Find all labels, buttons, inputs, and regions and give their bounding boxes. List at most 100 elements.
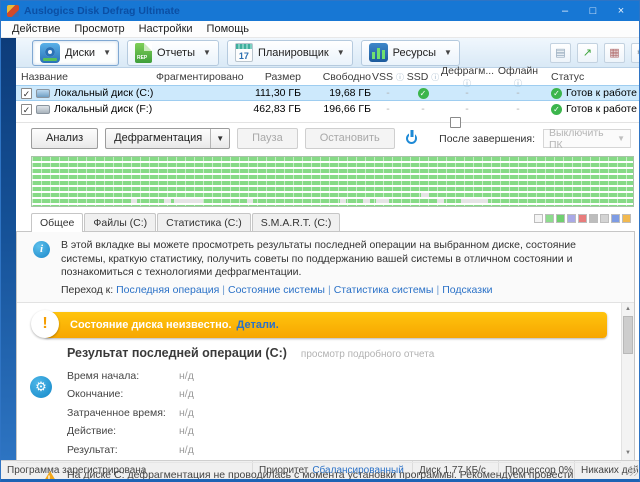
link-tips[interactable]: Подсказки bbox=[442, 284, 492, 296]
resources-label: Ресурсы bbox=[393, 47, 436, 59]
drive-status: ✓ Готов к работе bbox=[543, 87, 639, 99]
drive-free: 19,68 ГБ bbox=[301, 87, 371, 99]
options-button[interactable]: ⚙ bbox=[631, 43, 640, 63]
legend-swatch bbox=[534, 214, 543, 223]
report-icon: REP bbox=[135, 43, 152, 63]
scroll-down-icon[interactable]: ▼ bbox=[622, 447, 634, 460]
free-space-block bbox=[247, 199, 253, 203]
link-system-statistics[interactable]: Статистика системы bbox=[334, 284, 434, 296]
menu-view[interactable]: Просмотр bbox=[67, 21, 131, 37]
disks-button[interactable]: Диски ▼ bbox=[32, 40, 119, 66]
column-free[interactable]: Свободно bbox=[301, 71, 371, 83]
resize-grip[interactable] bbox=[628, 466, 638, 476]
recommendation-note: ! На диске C: дефрагментация не проводил… bbox=[17, 462, 621, 482]
column-vss[interactable]: VSS ⓘ bbox=[371, 71, 405, 83]
drive-defrag: - bbox=[441, 87, 493, 99]
performance-button[interactable]: ↗ bbox=[577, 43, 598, 63]
drive-size: 462,83 ГБ bbox=[246, 103, 301, 115]
drive-checkbox[interactable]: ✓ bbox=[21, 88, 32, 99]
scheduler-label: Планировщик bbox=[258, 47, 329, 59]
analyze-button[interactable]: Анализ bbox=[31, 128, 98, 149]
legend-swatch bbox=[600, 214, 609, 223]
drive-checkbox[interactable]: ✓ bbox=[21, 104, 32, 115]
cluster-map-button[interactable]: ▦ bbox=[604, 43, 625, 63]
free-space-block bbox=[131, 199, 137, 203]
gear-icon: ⚙ bbox=[30, 376, 52, 398]
drive-defrag: - bbox=[441, 103, 493, 115]
disk-state-alert: ! Состояние диска неизвестно. Детали. bbox=[44, 312, 607, 338]
chevron-down-icon[interactable]: ▼ bbox=[103, 48, 111, 57]
link-last-operation[interactable]: Последняя операция bbox=[116, 284, 219, 296]
column-offline[interactable]: Офлайн ⓘ bbox=[493, 65, 543, 89]
drive-icon bbox=[36, 89, 50, 98]
scrollbar-track[interactable] bbox=[622, 316, 634, 447]
toolbar: Диски ▼ REP Отчеты ▼ 17 Планировщик ▼ bbox=[16, 38, 639, 68]
reports-button[interactable]: REP Отчеты ▼ bbox=[127, 40, 219, 66]
scroll-up-icon[interactable]: ▲ bbox=[622, 303, 634, 316]
disk-block-map bbox=[31, 156, 634, 207]
drive-list: Название Фрагментировано Размер Свободно… bbox=[16, 68, 639, 123]
stop-button[interactable]: Остановить bbox=[305, 128, 395, 149]
gear-icon: ⚙ bbox=[636, 47, 640, 59]
field-row: Время начала:н/д bbox=[67, 370, 621, 382]
scheduler-button[interactable]: 17 Планировщик ▼ bbox=[227, 40, 353, 66]
legend-swatch bbox=[589, 214, 598, 223]
tab-general[interactable]: Общее bbox=[31, 213, 83, 232]
chevron-down-icon[interactable]: ▼ bbox=[337, 48, 345, 57]
tab-panel-general: i В этой вкладке вы можете просмотреть р… bbox=[16, 231, 635, 460]
tab-statistics[interactable]: Статистика (C:) bbox=[157, 213, 251, 231]
column-size[interactable]: Размер bbox=[246, 71, 301, 83]
column-name[interactable]: Название bbox=[16, 71, 156, 83]
free-space-block bbox=[437, 199, 444, 203]
left-accent-strip bbox=[1, 38, 16, 460]
action-bar: Анализ Дефрагментация ▼ Пауза Остановить… bbox=[16, 123, 639, 154]
tab-smart[interactable]: S.M.A.R.T. (C:) bbox=[252, 213, 341, 231]
block-color-legend bbox=[534, 214, 631, 223]
drive-status: ✓ Готов к работе bbox=[543, 103, 639, 115]
legend-swatch bbox=[611, 214, 620, 223]
after-completion-label: После завершения: bbox=[439, 133, 535, 145]
tab-files[interactable]: Файлы (C:) bbox=[84, 213, 156, 231]
column-status[interactable]: Статус bbox=[543, 71, 639, 83]
after-completion-checkbox[interactable] bbox=[450, 117, 461, 128]
warning-circle-icon: ! bbox=[31, 310, 59, 338]
disks-label: Диски bbox=[65, 47, 95, 59]
menu-help[interactable]: Помощь bbox=[200, 21, 257, 37]
result-subtitle[interactable]: просмотр подробного отчета bbox=[301, 349, 434, 360]
chevron-down-icon[interactable]: ▼ bbox=[210, 129, 229, 148]
pause-button[interactable]: Пауза bbox=[237, 128, 298, 149]
vertical-scrollbar[interactable]: ▲ ▼ bbox=[621, 303, 634, 460]
alert-details-link[interactable]: Детали. bbox=[237, 319, 279, 331]
check-circle-icon: ✓ bbox=[418, 88, 429, 99]
field-row: Окончание:н/д bbox=[67, 388, 621, 400]
drive-offline: - bbox=[493, 103, 543, 115]
goto-row: Переход к: Последняя операция|Состояние … bbox=[61, 284, 620, 296]
check-circle-icon: ✓ bbox=[551, 104, 562, 115]
column-ssd[interactable]: SSD ⓘ bbox=[405, 71, 441, 83]
column-defrag[interactable]: Дефрагм... ⓘ bbox=[441, 65, 493, 89]
drive-row-c[interactable]: ✓ Локальный диск (C:) 111,30 ГБ 19,68 ГБ… bbox=[16, 85, 639, 101]
resources-button[interactable]: Ресурсы ▼ bbox=[361, 40, 460, 66]
column-fragmented[interactable]: Фрагментировано bbox=[156, 71, 246, 83]
drive-ssd: ✓ bbox=[405, 87, 441, 99]
menu-settings[interactable]: Настройки bbox=[132, 21, 200, 37]
chevron-down-icon[interactable]: ▼ bbox=[203, 48, 211, 57]
chevron-down-icon[interactable]: ▼ bbox=[444, 48, 452, 57]
maximize-button[interactable]: □ bbox=[579, 2, 607, 20]
info-badge-icon: ⓘ bbox=[431, 73, 439, 82]
defrag-button[interactable]: Дефрагментация ▼ bbox=[105, 128, 230, 149]
menu-action[interactable]: Действие bbox=[5, 21, 67, 37]
link-system-state[interactable]: Состояние системы bbox=[228, 284, 325, 296]
app-icon bbox=[7, 5, 19, 17]
free-space-block bbox=[376, 199, 389, 203]
scrollbar-thumb[interactable] bbox=[623, 316, 633, 354]
field-row: Результат:н/д bbox=[67, 444, 621, 456]
after-completion-select[interactable]: Выключить ПК ▼ bbox=[543, 129, 631, 148]
close-button[interactable]: × bbox=[607, 2, 635, 20]
drive-row-f[interactable]: ✓ Локальный диск (F:) 462,83 ГБ 196,66 Г… bbox=[16, 101, 639, 117]
list-view-button[interactable]: ▤ bbox=[550, 43, 571, 63]
legend-swatch bbox=[567, 214, 576, 223]
minimize-button[interactable]: – bbox=[551, 2, 579, 20]
drive-free: 196,66 ГБ bbox=[301, 103, 371, 115]
window-title: Auslogics Disk Defrag Ultimate bbox=[24, 5, 551, 17]
